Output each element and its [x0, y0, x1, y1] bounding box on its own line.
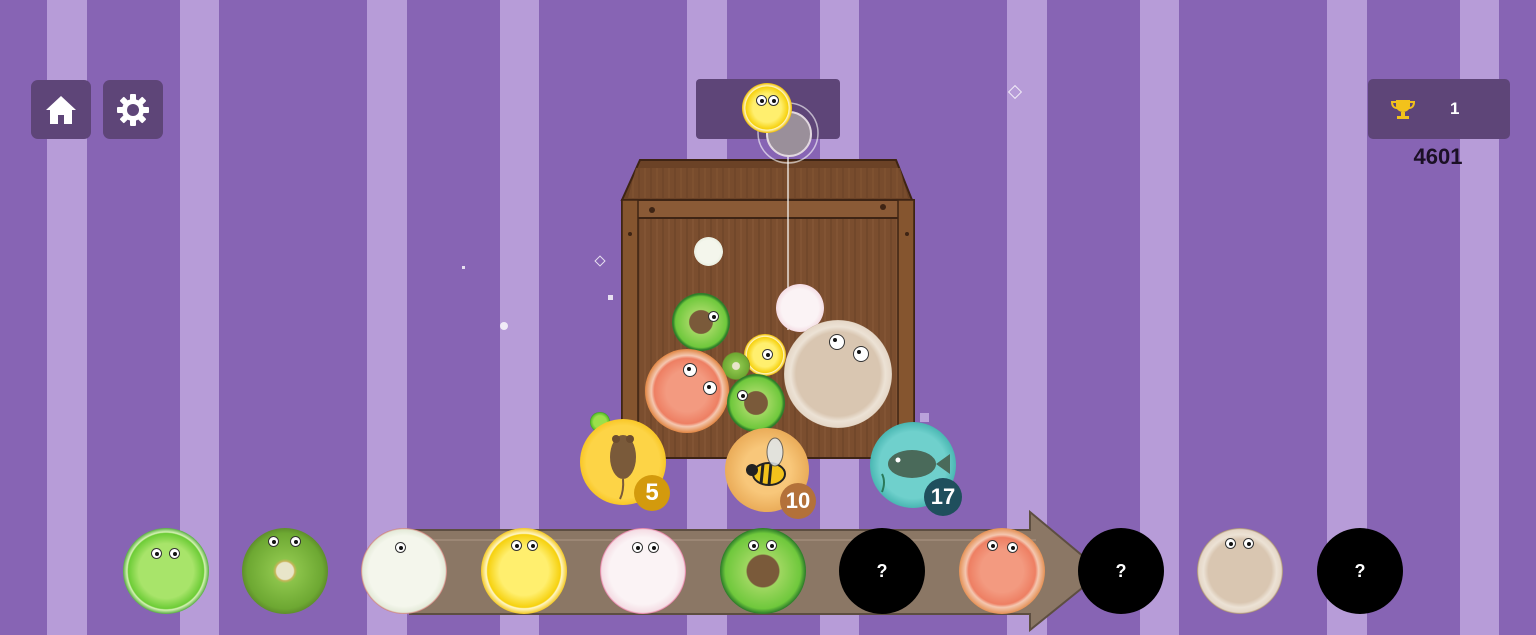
evolution-avocado — [720, 528, 806, 614]
eye — [987, 540, 998, 551]
eye — [1007, 542, 1018, 553]
eye — [648, 542, 659, 553]
eye — [151, 548, 162, 559]
evolution-coconut — [1197, 528, 1283, 614]
eye — [766, 540, 777, 551]
evolution-lemon — [481, 528, 567, 614]
eye — [1225, 538, 1236, 549]
evolution-lime — [123, 528, 209, 614]
eye — [511, 540, 522, 551]
eye — [268, 536, 279, 547]
evolution-apple — [361, 528, 447, 614]
eye — [748, 540, 759, 551]
eye — [169, 548, 180, 559]
evolution-unknown: ? — [839, 528, 925, 614]
eye — [632, 542, 643, 553]
eye — [290, 536, 301, 547]
eye — [527, 540, 538, 551]
evolution-dragonfruit — [600, 528, 686, 614]
eye — [395, 542, 406, 553]
evolution-unknown: ? — [1078, 528, 1164, 614]
evolution-grapefruit — [959, 528, 1045, 614]
eye — [1243, 538, 1254, 549]
evolution-unknown: ? — [1317, 528, 1403, 614]
evolution-kiwi — [242, 528, 328, 614]
